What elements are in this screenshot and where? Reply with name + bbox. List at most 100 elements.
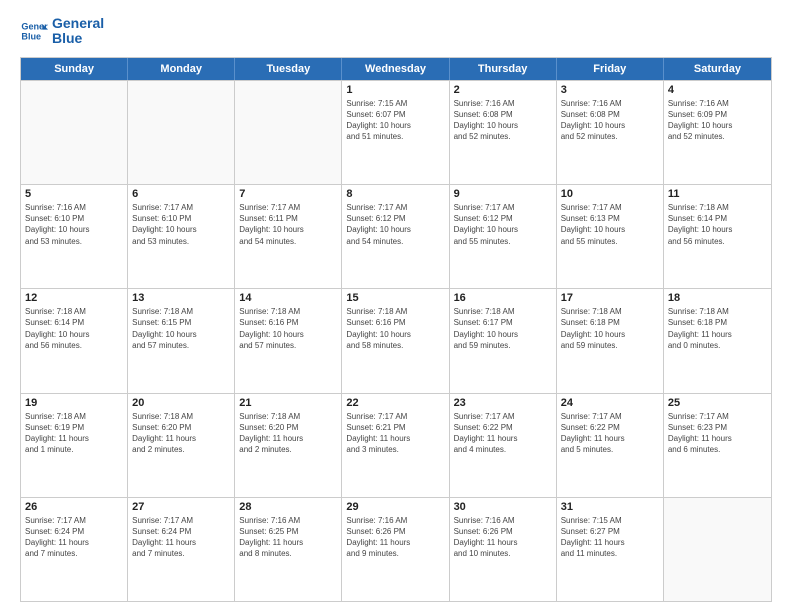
logo-text-general: General [52, 16, 104, 31]
day-number: 25 [668, 397, 767, 409]
calendar-day-cell: 25 Sunrise: 7:17 AM Sunset: 6:23 PM Dayli… [664, 394, 771, 497]
calendar-day-cell: 13 Sunrise: 7:18 AM Sunset: 6:15 PM Dayli… [128, 289, 235, 392]
day-number: 19 [25, 397, 123, 409]
calendar-day-cell: 22Sunrise: 7:17 AM Sunset: 6:21 PM Dayli… [342, 394, 449, 497]
day-info: Sunrise: 7:18 AM Sunset: 6:14 PM Dayligh… [25, 306, 123, 351]
day-info: Sunrise: 7:16 AM Sunset: 6:25 PM Dayligh… [239, 515, 337, 560]
day-info: Sunrise: 7:16 AM Sunset: 6:10 PM Dayligh… [25, 202, 123, 247]
day-info: Sunrise: 7:17 AM Sunset: 6:12 PM Dayligh… [454, 202, 552, 247]
day-info: Sunrise: 7:17 AM Sunset: 6:13 PM Dayligh… [561, 202, 659, 247]
day-number: 28 [239, 501, 337, 513]
day-number: 2 [454, 84, 552, 96]
calendar-day-cell: 18Sunrise: 7:18 AM Sunset: 6:18 PM Dayli… [664, 289, 771, 392]
day-info: Sunrise: 7:18 AM Sunset: 6:15 PM Dayligh… [132, 306, 230, 351]
day-number: 10 [561, 188, 659, 200]
calendar-day-cell: 23Sunrise: 7:17 AM Sunset: 6:22 PM Dayli… [450, 394, 557, 497]
day-info: Sunrise: 7:17 AM Sunset: 6:11 PM Dayligh… [239, 202, 337, 247]
day-number: 24 [561, 397, 659, 409]
logo-text-blue: Blue [52, 31, 104, 46]
day-number: 30 [454, 501, 552, 513]
calendar-header-cell: Friday [557, 58, 664, 80]
logo: General Blue General Blue [20, 16, 104, 47]
svg-text:Blue: Blue [21, 32, 41, 42]
day-number: 27 [132, 501, 230, 513]
calendar-header-cell: Monday [128, 58, 235, 80]
day-number: 29 [346, 501, 444, 513]
logo-icon: General Blue [20, 17, 48, 45]
calendar-header-cell: Sunday [21, 58, 128, 80]
calendar-day-cell: 19 Sunrise: 7:18 AM Sunset: 6:19 PM Dayli… [21, 394, 128, 497]
calendar-day-cell: 10 Sunrise: 7:17 AM Sunset: 6:13 PM Dayli… [557, 185, 664, 288]
calendar-header-cell: Tuesday [235, 58, 342, 80]
day-info: Sunrise: 7:18 AM Sunset: 6:16 PM Dayligh… [346, 306, 444, 351]
day-info: Sunrise: 7:18 AM Sunset: 6:20 PM Dayligh… [239, 411, 337, 456]
calendar-header-cell: Thursday [450, 58, 557, 80]
calendar-week-row: 12 Sunrise: 7:18 AM Sunset: 6:14 PM Dayli… [21, 288, 771, 392]
calendar-day-cell [21, 81, 128, 184]
day-info: Sunrise: 7:16 AM Sunset: 6:26 PM Dayligh… [454, 515, 552, 560]
calendar-day-cell: 14 Sunrise: 7:18 AM Sunset: 6:16 PM Dayli… [235, 289, 342, 392]
calendar: SundayMondayTuesdayWednesdayThursdayFrid… [20, 57, 772, 602]
calendar-day-cell: 26 Sunrise: 7:17 AM Sunset: 6:24 PM Dayli… [21, 498, 128, 601]
calendar-week-row: 1 Sunrise: 7:15 AM Sunset: 6:07 PM Daylig… [21, 80, 771, 184]
calendar-day-cell: 5 Sunrise: 7:16 AM Sunset: 6:10 PM Daylig… [21, 185, 128, 288]
day-number: 31 [561, 501, 659, 513]
day-info: Sunrise: 7:18 AM Sunset: 6:18 PM Dayligh… [561, 306, 659, 351]
day-info: Sunrise: 7:18 AM Sunset: 6:14 PM Dayligh… [668, 202, 767, 247]
calendar-day-cell: 1 Sunrise: 7:15 AM Sunset: 6:07 PM Daylig… [342, 81, 449, 184]
day-number: 13 [132, 292, 230, 304]
day-number: 23 [454, 397, 552, 409]
day-number: 22 [346, 397, 444, 409]
day-number: 6 [132, 188, 230, 200]
day-info: Sunrise: 7:16 AM Sunset: 6:08 PM Dayligh… [561, 98, 659, 143]
day-number: 20 [132, 397, 230, 409]
day-number: 8 [346, 188, 444, 200]
day-info: Sunrise: 7:15 AM Sunset: 6:27 PM Dayligh… [561, 515, 659, 560]
day-info: Sunrise: 7:18 AM Sunset: 6:19 PM Dayligh… [25, 411, 123, 456]
day-info: Sunrise: 7:17 AM Sunset: 6:24 PM Dayligh… [25, 515, 123, 560]
calendar-day-cell: 2Sunrise: 7:16 AM Sunset: 6:08 PM Daylig… [450, 81, 557, 184]
day-number: 7 [239, 188, 337, 200]
calendar-week-row: 19 Sunrise: 7:18 AM Sunset: 6:19 PM Dayli… [21, 393, 771, 497]
calendar-day-cell: 4Sunrise: 7:16 AM Sunset: 6:09 PM Daylig… [664, 81, 771, 184]
calendar-day-cell: 29Sunrise: 7:16 AM Sunset: 6:26 PM Dayli… [342, 498, 449, 601]
calendar-body: 1 Sunrise: 7:15 AM Sunset: 6:07 PM Daylig… [21, 80, 771, 601]
calendar-day-cell: 28 Sunrise: 7:16 AM Sunset: 6:25 PM Dayli… [235, 498, 342, 601]
calendar-day-cell: 7 Sunrise: 7:17 AM Sunset: 6:11 PM Daylig… [235, 185, 342, 288]
day-info: Sunrise: 7:17 AM Sunset: 6:22 PM Dayligh… [561, 411, 659, 456]
calendar-day-cell: 17Sunrise: 7:18 AM Sunset: 6:18 PM Dayli… [557, 289, 664, 392]
calendar-day-cell: 3Sunrise: 7:16 AM Sunset: 6:08 PM Daylig… [557, 81, 664, 184]
day-info: Sunrise: 7:18 AM Sunset: 6:16 PM Dayligh… [239, 306, 337, 351]
day-number: 5 [25, 188, 123, 200]
calendar-day-cell: 8 Sunrise: 7:17 AM Sunset: 6:12 PM Daylig… [342, 185, 449, 288]
day-number: 14 [239, 292, 337, 304]
day-number: 15 [346, 292, 444, 304]
calendar-header-row: SundayMondayTuesdayWednesdayThursdayFrid… [21, 58, 771, 80]
calendar-day-cell [235, 81, 342, 184]
calendar-day-cell [128, 81, 235, 184]
day-number: 12 [25, 292, 123, 304]
calendar-header-cell: Saturday [664, 58, 771, 80]
calendar-day-cell [664, 498, 771, 601]
day-number: 18 [668, 292, 767, 304]
calendar-day-cell: 12 Sunrise: 7:18 AM Sunset: 6:14 PM Dayli… [21, 289, 128, 392]
day-info: Sunrise: 7:18 AM Sunset: 6:17 PM Dayligh… [454, 306, 552, 351]
day-number: 16 [454, 292, 552, 304]
calendar-week-row: 5 Sunrise: 7:16 AM Sunset: 6:10 PM Daylig… [21, 184, 771, 288]
day-number: 11 [668, 188, 767, 200]
day-number: 1 [346, 84, 444, 96]
day-info: Sunrise: 7:18 AM Sunset: 6:20 PM Dayligh… [132, 411, 230, 456]
calendar-day-cell: 16 Sunrise: 7:18 AM Sunset: 6:17 PM Dayli… [450, 289, 557, 392]
day-number: 21 [239, 397, 337, 409]
calendar-day-cell: 21 Sunrise: 7:18 AM Sunset: 6:20 PM Dayli… [235, 394, 342, 497]
calendar-day-cell: 9Sunrise: 7:17 AM Sunset: 6:12 PM Daylig… [450, 185, 557, 288]
day-info: Sunrise: 7:15 AM Sunset: 6:07 PM Dayligh… [346, 98, 444, 143]
calendar-day-cell: 24 Sunrise: 7:17 AM Sunset: 6:22 PM Dayli… [557, 394, 664, 497]
calendar-week-row: 26 Sunrise: 7:17 AM Sunset: 6:24 PM Dayli… [21, 497, 771, 601]
day-info: Sunrise: 7:17 AM Sunset: 6:24 PM Dayligh… [132, 515, 230, 560]
day-info: Sunrise: 7:17 AM Sunset: 6:12 PM Dayligh… [346, 202, 444, 247]
calendar-day-cell: 11 Sunrise: 7:18 AM Sunset: 6:14 PM Dayli… [664, 185, 771, 288]
day-info: Sunrise: 7:17 AM Sunset: 6:10 PM Dayligh… [132, 202, 230, 247]
day-info: Sunrise: 7:17 AM Sunset: 6:23 PM Dayligh… [668, 411, 767, 456]
day-number: 26 [25, 501, 123, 513]
